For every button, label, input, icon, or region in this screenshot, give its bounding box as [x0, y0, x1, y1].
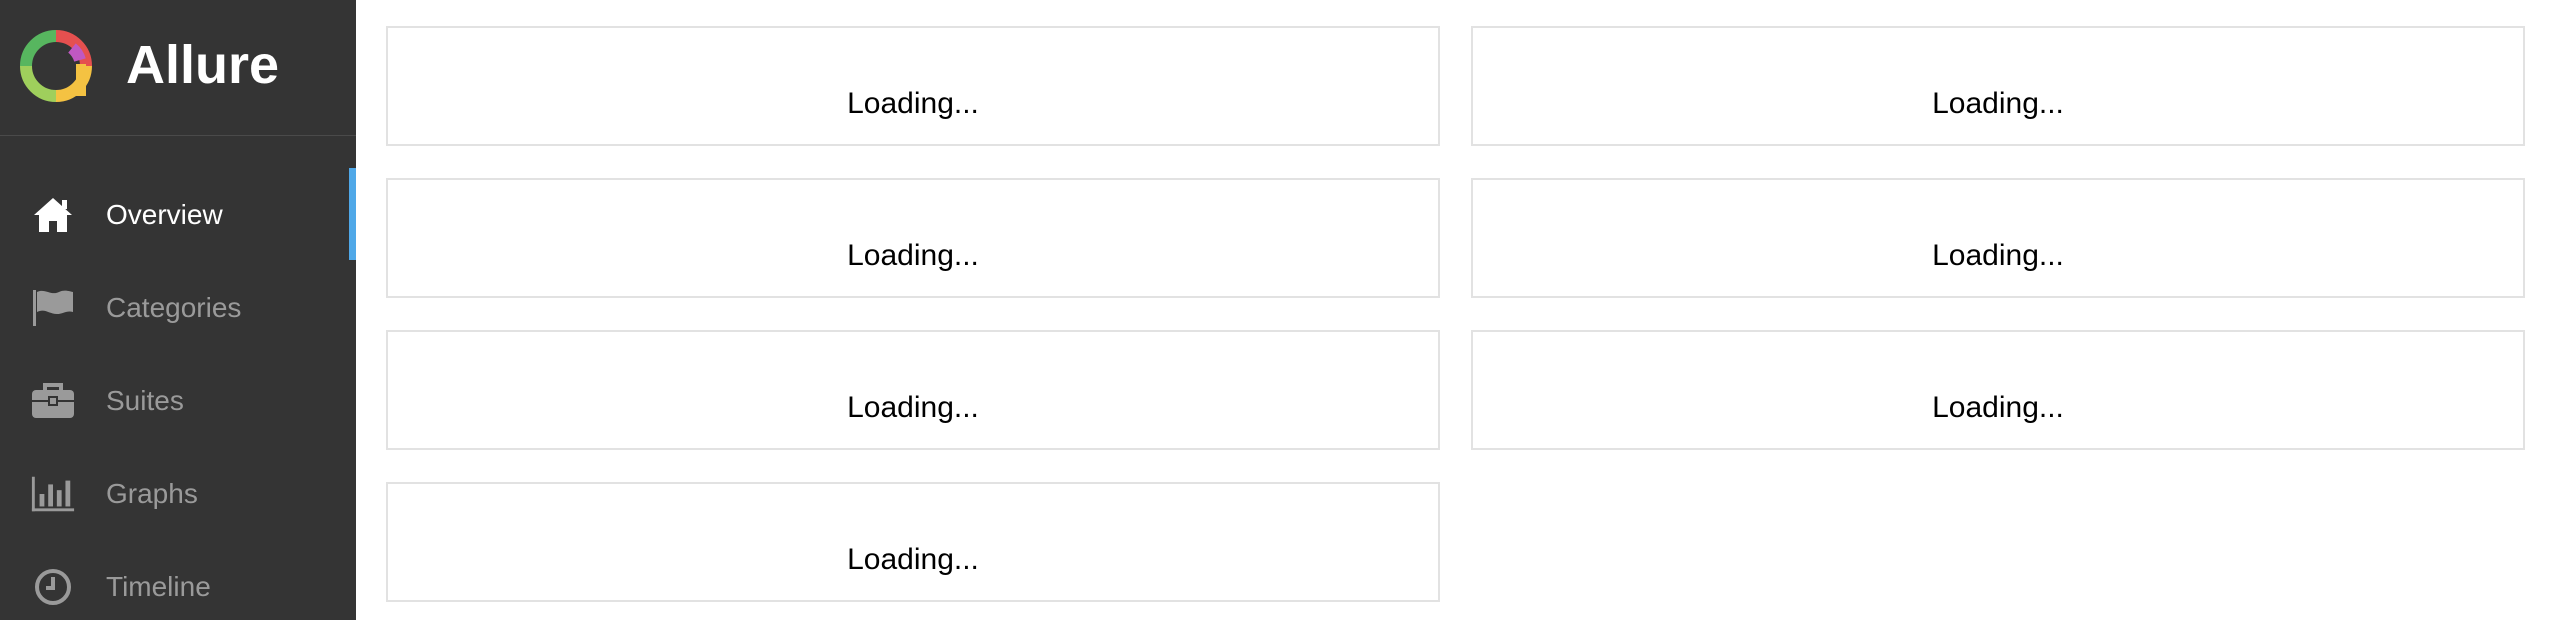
sidebar-item-label: Categories [106, 291, 242, 323]
loading-text: Loading... [1932, 87, 2064, 120]
sidebar-nav: Overview Categories Suites Graphs Timeli… [0, 168, 356, 620]
clock-icon [30, 564, 76, 610]
widget-card: Loading... [386, 178, 1440, 298]
bar-chart-icon [30, 471, 76, 517]
widget-card: Loading... [386, 26, 1440, 146]
sidebar-item-graphs[interactable]: Graphs [0, 447, 356, 540]
sidebar-item-categories[interactable]: Categories [0, 261, 356, 354]
widget-card: Loading... [1471, 330, 2525, 450]
sidebar-item-timeline[interactable]: Timeline [0, 540, 356, 620]
brand[interactable]: Allure [0, 0, 356, 136]
loading-text: Loading... [847, 391, 979, 424]
widget-card: Loading... [1471, 26, 2525, 146]
app-title: Allure [126, 35, 280, 95]
briefcase-icon [30, 378, 76, 424]
widget-card: Loading... [1471, 178, 2525, 298]
loading-text: Loading... [847, 87, 979, 120]
loading-text: Loading... [1932, 239, 2064, 272]
flag-icon [30, 285, 76, 331]
sidebar-item-suites[interactable]: Suites [0, 354, 356, 447]
widget-card: Loading... [386, 330, 1440, 450]
sidebar-item-label: Timeline [106, 570, 211, 602]
sidebar-item-label: Graphs [106, 477, 198, 509]
widget-card: Loading... [386, 482, 1440, 602]
loading-text: Loading... [1932, 391, 2064, 424]
sidebar-item-overview[interactable]: Overview [0, 168, 356, 261]
overview-widgets: Loading... Loading... Loading... Loading… [356, 0, 2554, 620]
allure-logo-icon [20, 30, 92, 102]
sidebar: Allure Overview Categories Suites Graphs… [0, 0, 356, 620]
loading-text: Loading... [847, 239, 979, 272]
home-icon [30, 192, 76, 238]
sidebar-item-label: Overview [106, 198, 223, 230]
loading-text: Loading... [847, 543, 979, 576]
sidebar-item-label: Suites [106, 384, 184, 416]
app-window: Allure Overview Categories Suites Graphs… [0, 0, 2554, 620]
